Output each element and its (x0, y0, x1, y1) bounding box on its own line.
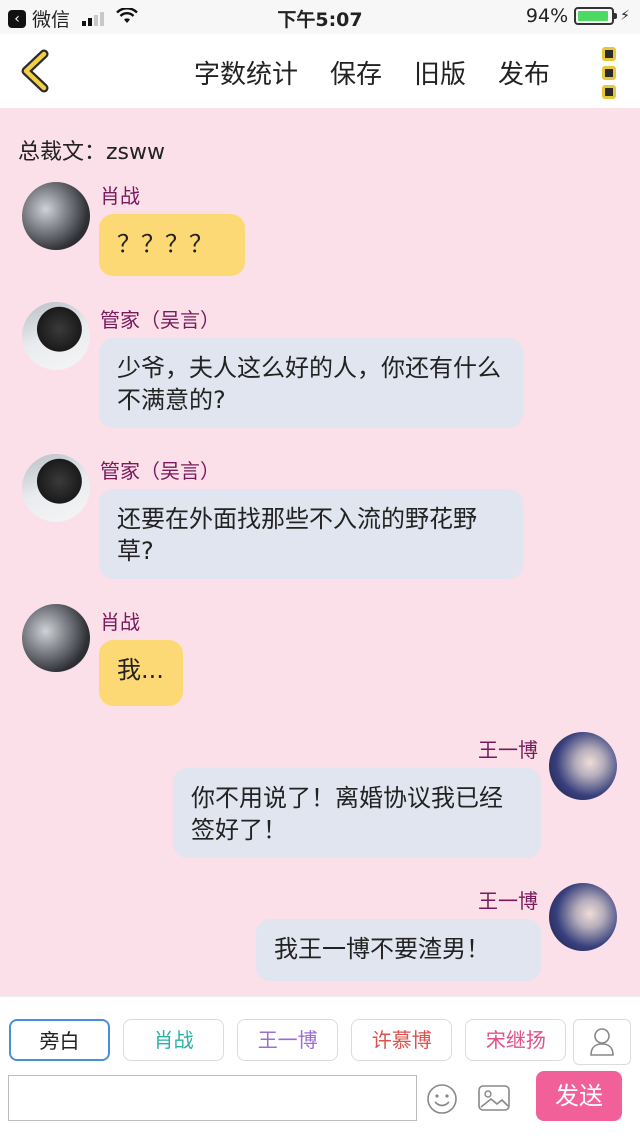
speaker-chip-narration[interactable]: 旁白 (9, 1019, 110, 1061)
charging-icon: ⚡ (620, 8, 630, 24)
avatar-xiao-zhan[interactable] (22, 604, 90, 672)
speaker-chip-wang-yibo[interactable]: 王一博 (237, 1019, 339, 1061)
add-character-button[interactable] (573, 1019, 631, 1065)
word-count-button[interactable]: 字数统计 (194, 54, 298, 91)
status-right: 94% ⚡ (526, 5, 630, 27)
speaker-name: 王一博 (478, 889, 538, 913)
speaker-name: 管家（吴言） (100, 459, 220, 483)
speaker-name: 肖战 (100, 184, 140, 208)
speaker-selector: 旁白 肖战 王一博 许慕博 宋继扬 王一 (9, 1019, 572, 1063)
message-input[interactable] (8, 1075, 417, 1121)
nav-actions: 字数统计 保存 旧版 发布 (194, 54, 550, 91)
avatar-wang-yibo[interactable] (549, 732, 617, 800)
message-bubble[interactable]: 你不用说了！离婚协议我已经签好了！ (173, 768, 541, 858)
speaker-chip-xu-mubo[interactable]: 许慕博 (351, 1019, 453, 1061)
message-bubble[interactable]: 少爷，夫人这么好的人，你还有什么不满意的? (99, 338, 523, 428)
speaker-name: 管家（吴言） (100, 308, 220, 332)
avatar-wang-yibo[interactable] (549, 883, 617, 951)
send-button[interactable]: 发送 (536, 1071, 622, 1121)
top-navbar: 字数统计 保存 旧版 发布 (0, 34, 640, 108)
user-icon (590, 1028, 614, 1056)
more-menu-icon[interactable] (602, 47, 616, 99)
bottom-input-bar: 旁白 肖战 王一博 许慕博 宋继扬 王一 发送 (0, 996, 640, 1139)
message-bubble[interactable]: 我... (99, 640, 183, 706)
avatar-butler[interactable] (22, 454, 90, 522)
speaker-name: 肖战 (100, 610, 140, 634)
speaker-chip-xiao-zhan[interactable]: 肖战 (123, 1019, 225, 1061)
status-bar: ‹ 微信 下午5:07 94% ⚡ (0, 0, 640, 34)
speaker-name: 王一博 (478, 738, 538, 762)
speaker-chip-song-jiyang[interactable]: 宋继扬 (465, 1019, 567, 1061)
avatar-butler[interactable] (22, 302, 90, 370)
battery-fill (578, 11, 609, 21)
save-button[interactable]: 保存 (330, 54, 382, 91)
battery-percent: 94% (525, 5, 569, 27)
publish-button[interactable]: 发布 (498, 54, 550, 91)
message-bubble[interactable]: ？？？？ (99, 214, 245, 276)
emoji-icon[interactable] (426, 1083, 458, 1115)
document-title: 总裁文：zsww (18, 140, 165, 165)
image-icon[interactable] (477, 1083, 511, 1113)
back-chevron-icon[interactable] (14, 48, 58, 94)
old-version-button[interactable]: 旧版 (414, 54, 466, 91)
message-bubble[interactable]: 还要在外面找那些不入流的野花野草? (99, 489, 523, 579)
battery-icon (574, 7, 618, 25)
message-bubble[interactable]: 我王一博不要渣男！ (256, 919, 541, 981)
avatar-xiao-zhan[interactable] (22, 182, 90, 250)
chat-area[interactable]: 总裁文：zsww 肖战 ？？？？ 管家（吴言） 少爷，夫人这么好的人，你还有什么… (0, 108, 640, 996)
